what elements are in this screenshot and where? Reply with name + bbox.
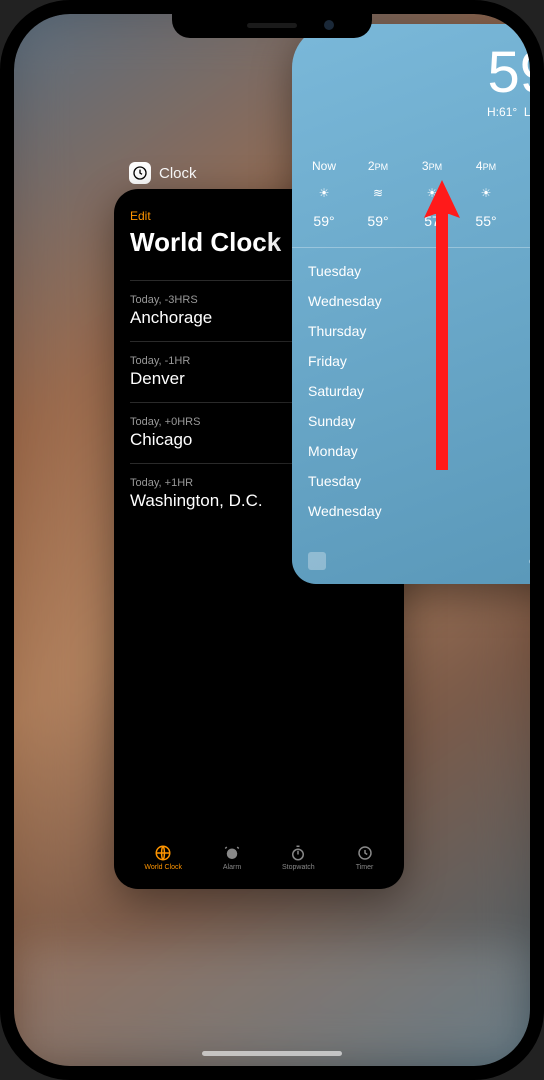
city-offset: Today, +0HRS [130,416,200,428]
day-row: Sunday ☁60% [308,406,530,436]
clock-tabbar: World Clock Alarm Stopwatch Timer [114,844,404,871]
city-name: Chicago [130,430,200,450]
globe-icon [154,844,172,862]
day-row: Wednesday ≋ [308,286,530,316]
city-name: Anchorage [130,308,212,328]
alarm-icon [223,844,241,862]
hour-column: Now ☀ 59° [308,159,340,229]
day-row: Wednesday ⛅ [308,496,530,526]
day-row: Monday ⛅ [308,436,530,466]
tab-stopwatch[interactable]: Stopwatch [282,844,315,871]
tab-world-clock[interactable]: World Clock [144,844,182,871]
clock-app-icon [129,162,151,184]
timer-icon [356,844,374,862]
hour-column: 4PM ☀ 55° [470,159,502,229]
city-name: Washington, D.C. [130,491,263,511]
page-indicator [529,559,530,564]
sun-icon: ☀ [478,185,494,201]
hour-column: 2PM ≋ 59° [362,159,394,229]
day-row: Tuesday ☀ [308,256,530,286]
tab-timer[interactable]: Timer [356,844,374,871]
city-offset: Today, -3HRS [130,294,212,306]
home-indicator[interactable] [202,1051,342,1056]
day-row: Thursday ⛅ [308,316,530,346]
city-offset: Today, +1HR [130,477,263,489]
screen: Clock Edit World Clock Today, -3HRS Anch… [14,14,530,1066]
sun-icon: ☀ [424,185,440,201]
weather-channel-badge[interactable] [308,552,326,570]
hour-column: 3PM ☀ 57 [416,159,448,229]
day-row: Saturday ☁60% [308,376,530,406]
daily-forecast[interactable]: Tuesday ☀ Wednesday ≋ Thursday ⛅ Friday … [292,248,530,534]
clock-app-header: Clock [129,162,197,184]
weather-app-card[interactable]: 59 H:61° L:27° Now ☀ 59° 2PM ≋ 59° 3PM [292,24,530,584]
city-name: Denver [130,369,190,389]
stopwatch-icon [289,844,307,862]
app-switcher[interactable]: Clock Edit World Clock Today, -3HRS Anch… [14,14,530,1066]
current-temperature: 59 [292,44,530,102]
wind-icon: ≋ [370,185,386,201]
hour-column: 4: ☀ Su [524,159,530,229]
city-offset: Today, -1HR [130,355,190,367]
tab-alarm[interactable]: Alarm [223,844,241,871]
day-row: Tuesday ⛅ [308,466,530,496]
day-row: Friday ☁40% [308,346,530,376]
high-low: H:61° L:27° [292,105,530,119]
hourly-forecast[interactable]: Now ☀ 59° 2PM ≋ 59° 3PM ☀ 57 4PM ☀ 5 [292,119,530,248]
sun-icon: ☀ [316,185,332,201]
weather-footer [308,552,530,570]
clock-app-name: Clock [159,165,197,182]
